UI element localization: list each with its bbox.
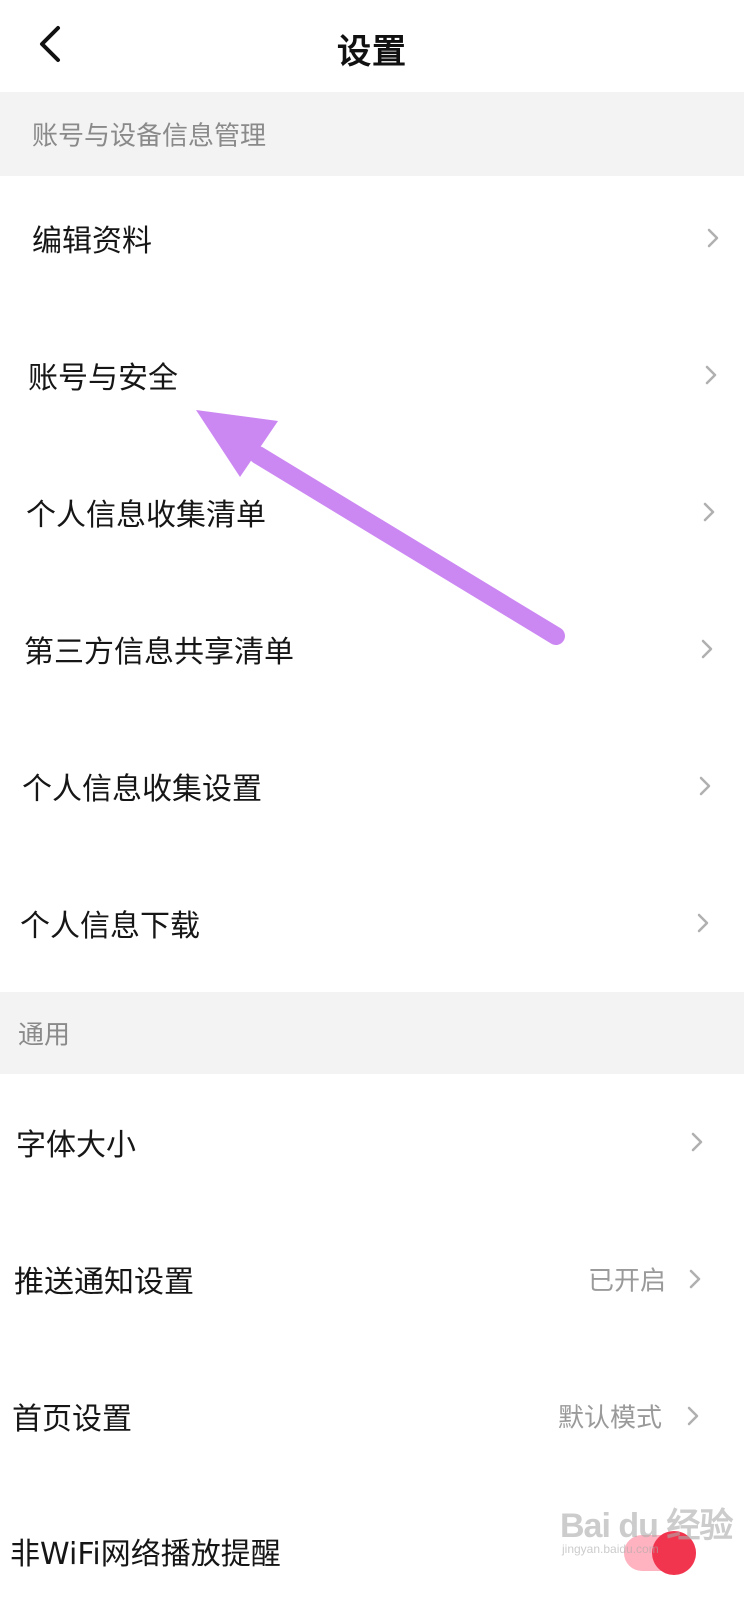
row-label: 个人信息下载 xyxy=(20,909,200,944)
chevron-right-icon xyxy=(688,1268,702,1290)
homepage-mode-value: 默认模式 xyxy=(558,1403,663,1434)
section-header-account: 账号与设备信息管理 xyxy=(0,92,744,176)
chevron-right-icon xyxy=(702,501,716,523)
chevron-right-icon xyxy=(690,1131,704,1153)
section-title: 通用 xyxy=(18,1020,71,1051)
row-label: 推送通知设置 xyxy=(14,1265,194,1300)
page-title: 设置 xyxy=(337,32,407,72)
row-third-party-sharing[interactable]: 第三方信息共享清单 xyxy=(0,581,744,717)
row-label: 第三方信息共享清单 xyxy=(24,635,294,670)
section-title: 账号与设备信息管理 xyxy=(32,121,267,152)
section-header-general: 通用 xyxy=(0,992,744,1074)
row-label: 账号与安全 xyxy=(28,361,178,396)
row-label: 字体大小 xyxy=(16,1128,136,1163)
row-label: 个人信息收集清单 xyxy=(26,498,266,533)
watermark-site: jingyan.baidu.com xyxy=(562,1542,659,1556)
chevron-right-icon xyxy=(686,1405,700,1427)
chevron-right-icon xyxy=(700,638,714,660)
row-label: 个人信息收集设置 xyxy=(22,772,262,807)
chevron-right-icon xyxy=(698,775,712,797)
chevron-right-icon xyxy=(704,364,718,386)
row-font-size[interactable]: 字体大小 xyxy=(0,1074,744,1210)
row-personal-info-settings[interactable]: 个人信息收集设置 xyxy=(0,718,744,854)
row-edit-profile[interactable]: 编辑资料 xyxy=(0,170,744,306)
row-push-notification[interactable]: 推送通知设置 已开启 xyxy=(0,1211,744,1347)
row-label: 首页设置 xyxy=(12,1402,132,1437)
push-status-value: 已开启 xyxy=(588,1266,667,1297)
baidu-watermark: Bai du 经验 jingyan.baidu.com xyxy=(560,1488,736,1560)
row-label: 非WiFi网络播放提醒 xyxy=(10,1537,281,1572)
chevron-right-icon xyxy=(696,912,710,934)
chevron-right-icon xyxy=(706,227,720,249)
row-personal-info-download[interactable]: 个人信息下载 xyxy=(0,855,744,991)
watermark-brand: Bai du 经验 xyxy=(560,1507,733,1545)
row-label: 编辑资料 xyxy=(32,224,152,259)
row-account-security[interactable]: 账号与安全 xyxy=(0,307,744,443)
row-personal-info-list[interactable]: 个人信息收集清单 xyxy=(0,444,744,580)
header-bar: 设置 xyxy=(0,0,744,92)
row-homepage-settings[interactable]: 首页设置 默认模式 xyxy=(0,1348,744,1484)
